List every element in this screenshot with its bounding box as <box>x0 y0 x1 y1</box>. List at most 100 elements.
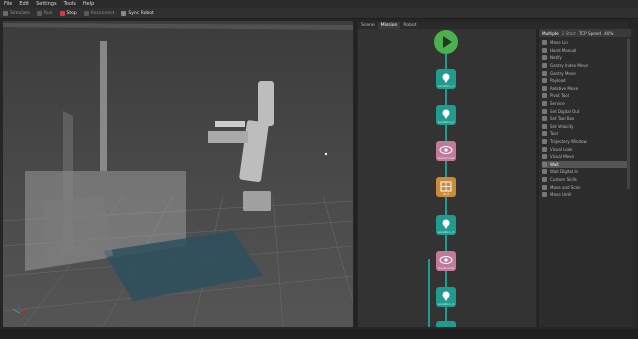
palette-item-label: Custom Skills <box>550 176 577 182</box>
palette-item-label: Tool <box>550 131 558 137</box>
tab-scene[interactable]: Scene <box>358 22 378 29</box>
skill-icon <box>542 108 547 114</box>
skill-icon <box>542 169 547 175</box>
sync-icon <box>121 10 127 16</box>
palette-item[interactable]: Move Until <box>542 191 628 199</box>
palette-item-label: Notify <box>550 55 562 61</box>
palette-item-label: Gantry Index Move <box>550 63 588 69</box>
skill-icon <box>542 123 547 129</box>
skill-icon <box>542 70 547 76</box>
skill-icon <box>542 78 547 84</box>
skill-icon <box>542 161 547 167</box>
palette-item[interactable]: Hand Manual <box>542 47 628 55</box>
menu-help[interactable]: Help <box>83 1 94 7</box>
status-bar <box>0 329 638 339</box>
tcp-speed-label: TCP Speed <box>578 30 602 36</box>
location-node[interactable]: Location_4 <box>436 287 456 307</box>
palette-tab-multiple[interactable]: Multiple <box>542 31 559 36</box>
palette-item[interactable]: Visual Look <box>542 145 628 153</box>
palette-item[interactable]: Wait <box>542 160 628 169</box>
simulate-icon <box>3 10 8 16</box>
tab-robot[interactable]: Robot <box>400 22 419 29</box>
location-node[interactable]: Location_1 <box>436 69 456 89</box>
tcp-speed-value[interactable]: 40% <box>604 31 613 36</box>
simulate-button[interactable]: Simulate <box>3 10 30 16</box>
skill-icon <box>542 184 547 190</box>
menu-bar: File Edit Settings Tools Help <box>0 0 638 8</box>
palette-item-label: Service <box>550 101 565 107</box>
palette-item[interactable]: Set Tool Box <box>542 115 628 123</box>
skill-palette: Multiple 1 Start TCP Speed 40% Move Lin H… <box>538 29 631 327</box>
skill-icon <box>542 101 547 107</box>
menu-edit[interactable]: Edit <box>19 1 29 7</box>
palette-item-label: Hand Manual <box>550 47 577 53</box>
skill-icon <box>542 47 547 53</box>
play-icon <box>36 10 42 16</box>
palette-scrollbar[interactable] <box>627 39 630 189</box>
skill-icon <box>542 131 547 137</box>
palette-item[interactable]: Custom Skills <box>542 176 628 184</box>
mission-flow-canvas[interactable]: Location_1 Location_2 Visual Look Grid L… <box>358 29 536 327</box>
palette-item[interactable]: Tool <box>542 130 628 138</box>
palette-item[interactable]: Wait Digital In <box>542 168 628 176</box>
palette-item-label: Gantry Move <box>550 70 576 76</box>
tab-mission[interactable]: Mission <box>377 22 401 29</box>
skill-icon <box>542 154 547 160</box>
palette-item-label: Pivot Tool <box>550 93 569 99</box>
visual-look-node[interactable]: Visual Look <box>436 141 456 161</box>
palette-start-field[interactable]: 1 Start <box>562 31 576 36</box>
visual-look-node[interactable]: Visual Look <box>436 251 456 271</box>
palette-header: Multiple 1 Start TCP Speed 40% <box>539 29 631 37</box>
palette-item[interactable]: Gantry Move <box>542 69 628 77</box>
pillar <box>100 41 107 171</box>
palette-item-label: Payload <box>550 78 566 84</box>
palette-item[interactable]: Payload <box>542 77 628 85</box>
palette-item-label: Move and Scan <box>550 184 581 190</box>
palette-item-label: Visual Look <box>550 146 573 152</box>
skill-icon <box>542 139 547 145</box>
menu-tools[interactable]: Tools <box>64 1 76 7</box>
stop-icon <box>59 10 65 16</box>
palette-item-label: Set Tool Box <box>550 116 575 122</box>
panel-splitter[interactable] <box>354 21 357 327</box>
palette-item-label: Set Velocity <box>550 123 574 129</box>
palette-item[interactable]: Relative Move <box>542 85 628 93</box>
palette-item[interactable]: Visual Move <box>542 153 628 161</box>
palette-item[interactable]: Gantry Index Move <box>542 62 628 70</box>
palette-item-label: Visual Move <box>550 154 574 160</box>
skill-icon <box>542 63 547 69</box>
location-node[interactable]: Location_2 <box>436 105 456 125</box>
panel-scrollbar[interactable] <box>631 29 636 327</box>
palette-item[interactable]: Move Lin <box>542 39 628 47</box>
palette-item-label: Relative Move <box>550 85 579 91</box>
palette-item-label: Wait Digital In <box>550 169 579 175</box>
location-node[interactable] <box>436 321 456 327</box>
palette-item-label: Trajectory Window <box>550 139 587 145</box>
3d-viewport[interactable] <box>3 21 353 327</box>
palette-item[interactable]: Notify <box>542 54 628 62</box>
stop-button[interactable]: Stop <box>59 10 77 16</box>
grid-node[interactable]: Grid <box>436 177 456 197</box>
reconnect-button[interactable]: Reconnect <box>83 10 114 16</box>
scene-render <box>3 21 353 327</box>
skill-icon <box>542 93 547 99</box>
palette-item[interactable]: Set Digital Out <box>542 107 628 115</box>
palette-item[interactable]: Move and Scan <box>542 183 628 191</box>
menu-file[interactable]: File <box>4 1 12 7</box>
palette-list: Move Lin Hand Manual Notify Gantry Index Mo… <box>542 39 628 198</box>
run-button[interactable]: Run <box>36 10 53 16</box>
palette-item[interactable]: Service <box>542 100 628 108</box>
skill-icon <box>542 192 547 198</box>
sync-robot-button[interactable]: Sync Robot <box>121 10 154 16</box>
palette-item[interactable]: Pivot Tool <box>542 92 628 100</box>
toolbar: Simulate Run Stop Reconnect Sync Robot <box>0 8 638 19</box>
start-node[interactable] <box>434 30 458 54</box>
location-node[interactable]: Location_3 <box>436 215 456 235</box>
palette-item[interactable]: Trajectory Window <box>542 138 628 146</box>
menu-settings[interactable]: Settings <box>36 1 57 7</box>
play-icon <box>443 36 452 48</box>
palette-item-label: Wait <box>550 161 559 167</box>
palette-item[interactable]: Set Velocity <box>542 123 628 131</box>
palette-item-label: Set Digital Out <box>550 108 580 114</box>
skill-icon <box>542 146 547 152</box>
